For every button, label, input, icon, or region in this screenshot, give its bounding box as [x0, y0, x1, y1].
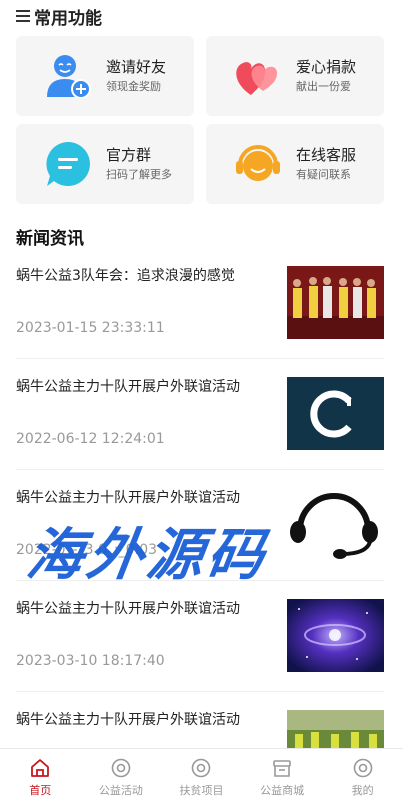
card-name: 邀请好友 — [106, 58, 167, 76]
news-list: 蜗牛公益3队年会：追求浪漫的感觉 2023-01-15 23:33:11 蜗牛公… — [16, 248, 384, 798]
news-headline: 蜗牛公益主力十队开展户外联谊活动 — [16, 490, 240, 506]
news-item[interactable]: 蜗牛公益3队年会：追求浪漫的感觉 2023-01-15 23:33:11 — [16, 248, 384, 359]
activity-icon — [111, 758, 131, 778]
bottom-tab-bar: 首页 公益活动 扶贫项目 公益商城 我的 — [0, 748, 403, 798]
tab-activities[interactable]: 公益活动 — [81, 749, 162, 798]
list-icon — [16, 10, 30, 22]
tab-label: 扶贫项目 — [179, 784, 224, 797]
tab-home[interactable]: 首页 — [0, 749, 81, 798]
project-icon — [192, 758, 211, 778]
news-date: 2022-0_-_3 0_:_0:03 — [16, 542, 158, 558]
tab-label: 首页 — [29, 784, 52, 797]
home-icon — [31, 759, 50, 777]
function-grid: 邀请好友 领现金奖励 爱心捐款 献出一份爱 官方群 扫码了解更多 在线客服 有疑… — [16, 36, 384, 204]
common-functions-title: 常用功能 — [34, 8, 102, 29]
tab-label: 公益商城 — [260, 784, 305, 797]
news-date: 2022-06-12 12:24:01 — [16, 431, 165, 447]
invite-friends-card[interactable]: 邀请好友 领现金奖励 — [16, 36, 194, 116]
news-item[interactable]: 蜗牛公益主力十队开展户外联谊活动 2023-03-10 18:17:40 — [16, 581, 384, 692]
news-headline: 蜗牛公益3队年会：追求浪漫的感觉 — [16, 268, 235, 284]
profile-icon — [353, 758, 372, 778]
heart-donation-icon — [230, 48, 286, 104]
common-functions-header: 常用功能 — [16, 4, 102, 29]
card-subtitle: 领现金奖励 — [106, 80, 161, 93]
news-date: 2023-01-15 23:33:11 — [16, 320, 165, 336]
tab-profile[interactable]: 我的 — [322, 749, 403, 798]
news-headline: 蜗牛公益主力十队开展户外联谊活动 — [16, 379, 240, 395]
news-headline: 蜗牛公益主力十队开展户外联谊活动 — [16, 712, 240, 728]
headset-service-icon — [230, 136, 286, 192]
invite-friend-icon — [40, 48, 96, 104]
card-name: 爱心捐款 — [296, 58, 357, 76]
news-thumbnail-c-logo — [287, 377, 384, 450]
news-item[interactable]: 蜗牛公益主力十队开展户外联谊活动 2022-06-12 12:24:01 — [16, 359, 384, 470]
news-thumbnail-galaxy — [287, 599, 384, 672]
news-date: 2023-03-10 18:17:40 — [16, 653, 165, 669]
card-subtitle: 扫码了解更多 — [106, 168, 172, 181]
official-group-card[interactable]: 官方群 扫码了解更多 — [16, 124, 194, 204]
chat-group-icon — [40, 136, 96, 192]
shop-icon — [273, 760, 291, 777]
online-service-card[interactable]: 在线客服 有疑问联系 — [206, 124, 384, 204]
tab-label: 公益活动 — [98, 784, 143, 797]
card-name: 在线客服 — [296, 146, 357, 164]
tab-poverty-projects[interactable]: 扶贫项目 — [161, 749, 242, 798]
card-subtitle: 有疑问联系 — [296, 168, 351, 181]
news-headline: 蜗牛公益主力十队开展户外联谊活动 — [16, 601, 240, 617]
card-name: 官方群 — [106, 146, 152, 164]
news-item[interactable]: 蜗牛公益主力十队开展户外联谊活动 2022-0_-_3 0_:_0:03 — [16, 470, 384, 581]
tab-label: 我的 — [351, 784, 374, 797]
news-thumbnail-group-photo — [287, 266, 384, 339]
tab-shop[interactable]: 公益商城 — [242, 749, 323, 798]
card-subtitle: 献出一份爱 — [296, 80, 351, 93]
news-section-title: 新闻资讯 — [16, 229, 84, 249]
donation-card[interactable]: 爱心捐款 献出一份爱 — [206, 36, 384, 116]
